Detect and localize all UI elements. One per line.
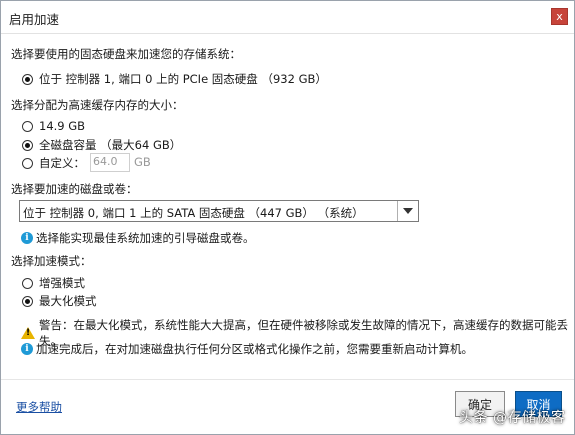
dropdown-button[interactable] bbox=[397, 201, 418, 221]
storage-option-label: 位于 控制器 1, 端口 0 上的 PCIe 固态硬盘 （932 GB） bbox=[39, 72, 327, 86]
custom-size-unit: GB bbox=[134, 155, 151, 169]
cache-size-label: 选择分配为高速缓存内存的大小： bbox=[11, 98, 184, 112]
cache-option-label: 14.9 GB bbox=[39, 119, 86, 133]
mode-option-maximized[interactable]: 最大化模式 bbox=[22, 293, 97, 309]
dialog-title: 启用加速 bbox=[9, 12, 60, 27]
info-icon: i bbox=[21, 343, 33, 355]
chevron-down-icon bbox=[403, 208, 413, 214]
disk-select[interactable]: 位于 控制器 0, 端口 1 上的 SATA 固态硬盘 （447 GB） （系统… bbox=[19, 200, 419, 222]
cache-option-label: 全磁盘容量 （最大64 GB） bbox=[39, 138, 182, 152]
mode-option-label: 增强模式 bbox=[39, 276, 85, 290]
storage-option-pcie[interactable]: 位于 控制器 1, 端口 0 上的 PCIe 固态硬盘 （932 GB） bbox=[22, 71, 327, 87]
enable-acceleration-dialog: 启用加速 x 选择要使用的固态硬盘来加速您的存储系统： 位于 控制器 1, 端口… bbox=[0, 0, 575, 435]
restart-note: i 加速完成后，在对加速磁盘执行任何分区或格式化操作之前，您需要重新启动计算机。 bbox=[21, 341, 473, 357]
restart-note-text: 加速完成后，在对加速磁盘执行任何分区或格式化操作之前，您需要重新启动计算机。 bbox=[36, 342, 473, 356]
storage-label: 选择要使用的固态硬盘来加速您的存储系统： bbox=[11, 47, 241, 61]
mode-option-label: 最大化模式 bbox=[39, 294, 97, 308]
disk-label: 选择要加速的磁盘或卷： bbox=[11, 182, 138, 196]
cache-option-custom[interactable]: 自定义： bbox=[22, 155, 85, 171]
radio-unselected bbox=[22, 277, 33, 289]
close-icon: x bbox=[556, 10, 563, 23]
disk-select-value: 位于 控制器 0, 端口 1 上的 SATA 固态硬盘 （447 GB） （系统… bbox=[23, 206, 364, 220]
footer-divider bbox=[1, 379, 574, 380]
radio-unselected bbox=[22, 120, 33, 132]
warning-icon bbox=[21, 327, 35, 339]
radio-selected bbox=[22, 73, 33, 85]
info-icon: i bbox=[21, 232, 33, 244]
more-help-link[interactable]: 更多帮助 bbox=[16, 399, 62, 415]
cache-option-full-disk[interactable]: 全磁盘容量 （最大64 GB） bbox=[22, 137, 181, 153]
title-bar: 启用加速 x bbox=[1, 1, 574, 34]
disk-hint-text: 选择能实现最佳系统加速的引导磁盘或卷。 bbox=[36, 231, 255, 245]
radio-selected bbox=[22, 295, 33, 307]
custom-size-input[interactable]: 64.0 bbox=[90, 153, 130, 172]
mode-option-enhanced[interactable]: 增强模式 bbox=[22, 275, 85, 291]
cache-option-14-9gb[interactable]: 14.9 GB bbox=[22, 119, 85, 133]
mode-label: 选择加速模式： bbox=[11, 254, 92, 268]
cache-option-label: 自定义： bbox=[39, 156, 85, 170]
disk-hint: i 选择能实现最佳系统加速的引导磁盘或卷。 bbox=[21, 230, 255, 246]
watermark: 头条 @存储极客 bbox=[459, 410, 566, 426]
radio-selected bbox=[22, 139, 33, 151]
radio-unselected bbox=[22, 157, 33, 169]
close-button[interactable]: x bbox=[551, 8, 568, 25]
